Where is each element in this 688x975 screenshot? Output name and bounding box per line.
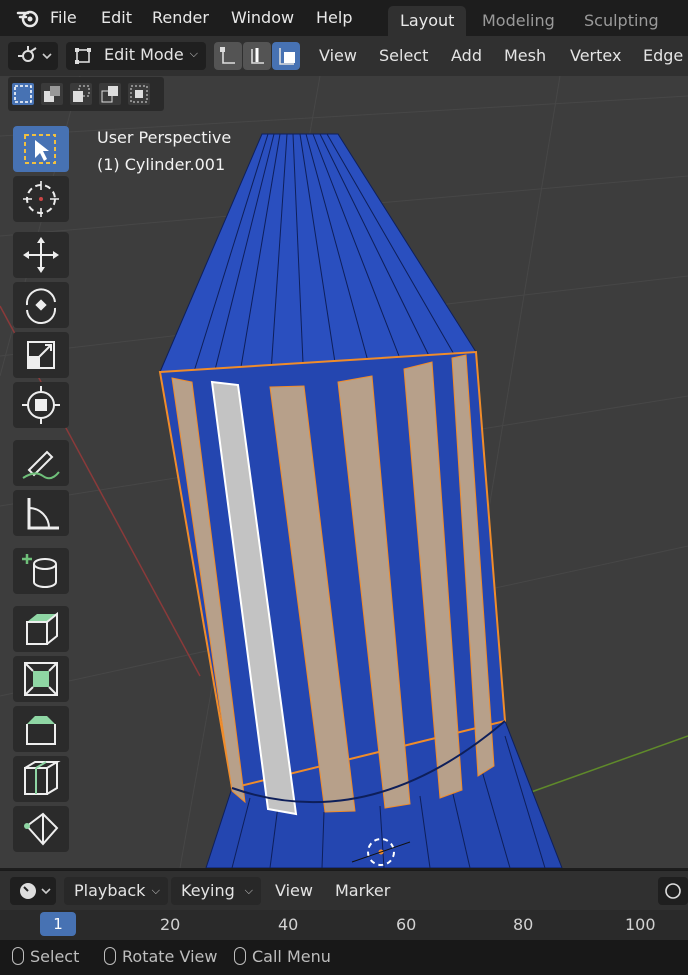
menu-view[interactable]: View bbox=[319, 46, 357, 65]
frame-label: 60 bbox=[396, 915, 417, 934]
scale-tool[interactable] bbox=[13, 332, 69, 378]
menu-file[interactable]: File bbox=[50, 8, 77, 27]
top-menubar: File Edit Render Window Help Layout Mode… bbox=[0, 0, 688, 36]
status-bar: Select Rotate View Call Menu bbox=[0, 940, 688, 975]
move-tool[interactable] bbox=[13, 232, 69, 278]
loop-cut-tool[interactable] bbox=[13, 756, 69, 802]
status-call-menu-label: Call Menu bbox=[252, 947, 331, 966]
scene-canvas bbox=[0, 76, 688, 868]
menu-select[interactable]: Select bbox=[379, 46, 428, 65]
blender-logo-icon[interactable] bbox=[16, 7, 40, 29]
tab-modeling[interactable]: Modeling bbox=[470, 6, 567, 36]
menu-edit[interactable]: Edit bbox=[101, 8, 132, 27]
timeline-editor-type-button[interactable] bbox=[10, 877, 56, 905]
face-select-mode-button[interactable] bbox=[272, 42, 300, 70]
menu-mesh[interactable]: Mesh bbox=[504, 46, 546, 65]
measure-tool[interactable] bbox=[13, 490, 69, 536]
perspective-label: User Perspective bbox=[97, 128, 232, 147]
timeline-ruler[interactable]: 1 20 40 60 80 100 bbox=[0, 910, 688, 940]
keying-label: Keying bbox=[181, 881, 235, 900]
cursor-icon bbox=[23, 181, 59, 217]
editor-type-icon bbox=[18, 46, 52, 62]
status-rotate-view: Rotate View bbox=[104, 947, 217, 966]
frame-label: 80 bbox=[513, 915, 534, 934]
timeline-header: Playback ⌵ Keying ⌵ View Marker bbox=[0, 870, 688, 911]
mode-label: Edit Mode bbox=[104, 45, 184, 64]
add-cylinder-icon bbox=[22, 554, 57, 588]
menu-window[interactable]: Window bbox=[231, 8, 294, 27]
selection-mode-bar bbox=[8, 77, 164, 111]
object-label: (1) Cylinder.001 bbox=[97, 155, 226, 174]
playback-menu[interactable]: Playback ⌵ bbox=[64, 877, 168, 905]
measure-icon bbox=[27, 498, 59, 530]
current-frame-indicator[interactable]: 1 bbox=[40, 912, 76, 936]
frame-label: 20 bbox=[160, 915, 181, 934]
selection-modes-icon[interactable] bbox=[8, 77, 164, 111]
loop-cut-icon bbox=[24, 761, 61, 795]
playback-label: Playback bbox=[74, 881, 146, 900]
edge-select-mode-button[interactable] bbox=[243, 42, 271, 70]
timeline-marker-menu[interactable]: Marker bbox=[335, 881, 390, 900]
mouse-right-icon bbox=[234, 947, 246, 965]
record-button[interactable] bbox=[658, 877, 688, 905]
viewport-header: Edit Mode ⌵ View Select Add Mesh Vertex … bbox=[0, 36, 688, 76]
tab-sculpting[interactable]: Sculpting bbox=[572, 6, 671, 36]
chevron-down-icon: ⌵ bbox=[244, 884, 253, 897]
rotate-icon bbox=[25, 288, 57, 325]
frame-label: 40 bbox=[278, 915, 299, 934]
status-select-label: Select bbox=[30, 947, 80, 966]
menu-add[interactable]: Add bbox=[451, 46, 482, 65]
inset-tool[interactable] bbox=[13, 656, 69, 702]
edge-select-icon bbox=[251, 48, 264, 64]
move-icon bbox=[23, 237, 59, 273]
vertex-select-mode-button[interactable] bbox=[214, 42, 242, 70]
mouse-left-icon bbox=[12, 947, 24, 965]
add-cylinder-tool[interactable] bbox=[13, 548, 69, 594]
extrude-tool[interactable] bbox=[13, 606, 69, 652]
chevron-down-icon: ⌵ bbox=[189, 47, 198, 60]
timeline-view-menu[interactable]: View bbox=[275, 881, 313, 900]
workspace-tabs: Layout Modeling Sculpting bbox=[384, 6, 688, 36]
edit-mode-icon bbox=[75, 48, 91, 64]
tool-shelf bbox=[8, 124, 74, 868]
face-select-icon bbox=[279, 48, 295, 65]
record-icon bbox=[665, 883, 681, 899]
inset-icon bbox=[24, 662, 58, 696]
menu-help[interactable]: Help bbox=[316, 8, 352, 27]
menu-edge[interactable]: Edge bbox=[643, 46, 683, 65]
annotate-icon bbox=[22, 450, 60, 480]
select-box-icon bbox=[24, 134, 56, 164]
cursor-tool[interactable] bbox=[13, 176, 69, 222]
status-rotate-label: Rotate View bbox=[122, 947, 218, 966]
transform-tool[interactable] bbox=[13, 382, 69, 428]
tab-layout[interactable]: Layout bbox=[388, 6, 467, 36]
extrude-icon bbox=[26, 611, 58, 645]
poly-build-icon bbox=[24, 812, 59, 846]
status-call-menu: Call Menu bbox=[234, 947, 331, 966]
rotate-tool[interactable] bbox=[13, 282, 69, 328]
3d-viewport[interactable]: User Perspective (1) Cylinder.001 bbox=[0, 76, 688, 868]
keying-menu[interactable]: Keying ⌵ bbox=[171, 877, 261, 905]
transform-icon bbox=[22, 386, 60, 424]
bevel-icon bbox=[26, 716, 56, 745]
editor-type-button[interactable] bbox=[8, 42, 58, 70]
bevel-tool[interactable] bbox=[13, 706, 69, 752]
frame-label: 100 bbox=[625, 915, 656, 934]
menu-vertex[interactable]: Vertex bbox=[570, 46, 621, 65]
vertex-select-icon bbox=[220, 47, 235, 64]
knife-tool[interactable] bbox=[13, 806, 69, 852]
scale-icon bbox=[27, 341, 55, 369]
y-axis-line bbox=[519, 735, 688, 797]
menu-render[interactable]: Render bbox=[152, 8, 209, 27]
chevron-down-icon: ⌵ bbox=[151, 884, 160, 897]
mouse-middle-icon bbox=[104, 947, 116, 965]
select-box-tool[interactable] bbox=[13, 126, 69, 172]
annotate-tool[interactable] bbox=[13, 440, 69, 486]
status-select: Select bbox=[12, 947, 79, 966]
clock-icon bbox=[20, 883, 51, 899]
mode-dropdown[interactable]: Edit Mode ⌵ bbox=[66, 42, 206, 70]
